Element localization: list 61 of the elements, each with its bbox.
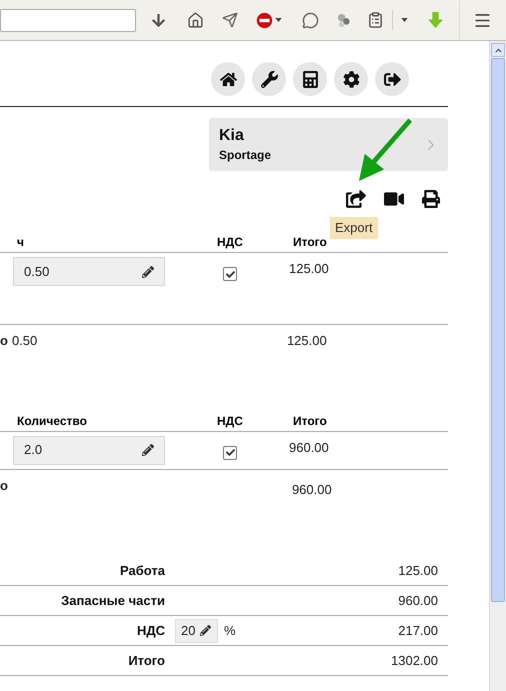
check-icon <box>226 270 234 278</box>
logout-button[interactable] <box>375 62 409 96</box>
summary-label: Итого <box>127 652 165 670</box>
pencil-icon <box>142 266 154 278</box>
checkbox[interactable] <box>223 267 237 281</box>
caret-icon[interactable] <box>401 18 408 22</box>
calculator-button[interactable] <box>293 62 327 96</box>
column-header: Итого <box>293 234 327 251</box>
scrollbar[interactable] <box>489 41 506 691</box>
speech-bubble-icon[interactable] <box>302 12 319 28</box>
molecule-icon[interactable] <box>336 12 351 28</box>
export-icon[interactable] <box>346 190 366 208</box>
exit-icon <box>384 70 400 88</box>
pencil-icon <box>200 625 212 636</box>
summary-value: 960.00 <box>398 592 439 610</box>
input-field[interactable]: 0.50 <box>13 257 165 286</box>
chevron-up-icon[interactable] <box>494 46 502 54</box>
home-icon[interactable] <box>187 12 204 28</box>
stop-sign-icon[interactable] <box>256 12 273 28</box>
address-field[interactable] <box>0 8 136 32</box>
gear-icon <box>342 70 360 88</box>
checkbox[interactable] <box>223 446 237 460</box>
summary-value: 125.00 <box>398 562 439 580</box>
check-icon <box>226 448 234 457</box>
printer-icon[interactable] <box>422 190 440 208</box>
summary-value: 217.00 <box>398 622 439 640</box>
input-field[interactable]: 2.0 <box>13 436 165 464</box>
car-model: Sportage <box>219 146 272 164</box>
clipboard-icon[interactable] <box>367 11 384 29</box>
home-icon <box>220 70 236 88</box>
video-camera-icon[interactable] <box>384 190 404 208</box>
summary-value: 1302.00 <box>391 652 439 670</box>
row-label: о <box>0 332 8 350</box>
table-cell-text: 0.50 <box>12 332 38 350</box>
home-button[interactable] <box>211 62 245 96</box>
car-make: Kia <box>219 126 245 146</box>
column-header: НДС <box>217 412 244 430</box>
table-cell-text: 960.00 <box>292 480 332 498</box>
row-label: о <box>0 476 8 494</box>
column-header: ч <box>17 234 25 251</box>
pencil-icon <box>142 444 154 456</box>
table-cell-text: 125.00 <box>286 332 327 350</box>
wrench-button[interactable] <box>252 62 286 96</box>
unit-label: % <box>224 622 236 640</box>
caret-icon[interactable] <box>275 18 282 22</box>
car-card[interactable]: Kia Sportage <box>209 118 448 171</box>
summary-label: Работа <box>119 562 165 580</box>
download-icon[interactable] <box>152 12 165 28</box>
tooltip: Export <box>330 217 378 239</box>
table-cell-text: 125.00 <box>289 260 329 278</box>
input-field[interactable]: 20 <box>175 618 218 642</box>
calculator-icon <box>302 70 318 88</box>
column-header: Итого <box>293 412 327 430</box>
summary-label: Запасные части <box>60 592 165 610</box>
column-header: НДС <box>217 234 244 251</box>
summary-label: НДС <box>136 622 165 640</box>
paper-plane-icon[interactable] <box>222 12 238 28</box>
wrench-icon <box>260 70 278 88</box>
table-cell-text: 960.00 <box>289 438 329 456</box>
column-header: Количество <box>17 412 88 430</box>
settings-button[interactable] <box>334 62 368 96</box>
